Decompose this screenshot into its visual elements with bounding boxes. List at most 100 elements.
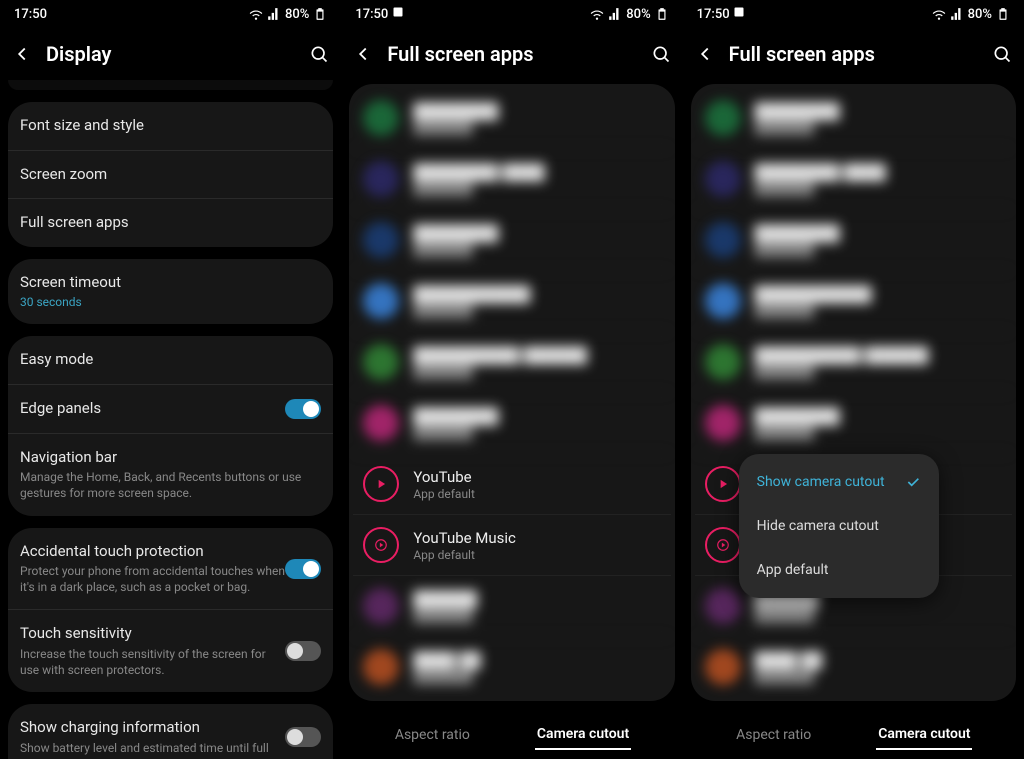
search-icon bbox=[309, 44, 329, 64]
header: Full screen apps bbox=[341, 28, 682, 80]
back-button[interactable] bbox=[10, 42, 34, 66]
header: Display bbox=[0, 28, 341, 80]
screen-full-screen-apps-menu: 17:50 80% Full screen apps █████████████… bbox=[683, 0, 1024, 759]
popover-hide-cutout[interactable]: Hide camera cutout bbox=[739, 504, 939, 548]
partial-card-top bbox=[8, 80, 333, 90]
row-edge-panels[interactable]: Edge panels bbox=[8, 385, 333, 434]
app-listcard: ███████████████ ████████ ███████████ ███… bbox=[691, 84, 1016, 701]
status-bar: 17:50 80% bbox=[0, 0, 341, 28]
chevron-left-icon bbox=[11, 43, 33, 65]
youtube-icon bbox=[363, 466, 399, 502]
search-button[interactable] bbox=[649, 42, 673, 66]
tab-camera-cutout[interactable]: Camera cutout bbox=[876, 720, 972, 750]
app-list[interactable]: ███████████████ ████████ ███████████ ███… bbox=[683, 80, 1024, 711]
search-icon bbox=[992, 44, 1012, 64]
app-row-blurred[interactable]: ██████████████████ bbox=[695, 271, 1012, 332]
toggle-accidental-touch[interactable] bbox=[285, 559, 321, 579]
app-row-blurred[interactable]: ██████████████████ bbox=[353, 271, 670, 332]
toggle-touch-sensitivity[interactable] bbox=[285, 641, 321, 661]
group-charging: Show charging information Show battery l… bbox=[8, 704, 333, 759]
battery-percent: 80% bbox=[285, 7, 309, 22]
screenshot-icon bbox=[733, 6, 745, 18]
app-row-blurred[interactable]: ███████████████ bbox=[695, 88, 1012, 149]
app-row-blurred[interactable]: ███████████████ bbox=[353, 393, 670, 454]
signal-icon bbox=[608, 7, 622, 21]
app-row-blurred[interactable]: █████████████ bbox=[353, 576, 670, 637]
row-easy-mode[interactable]: Easy mode bbox=[8, 336, 333, 385]
tab-camera-cutout[interactable]: Camera cutout bbox=[535, 720, 631, 750]
check-icon bbox=[905, 474, 921, 490]
bottom-tabs: Aspect ratio Camera cutout bbox=[341, 711, 682, 759]
signal-icon bbox=[950, 7, 964, 21]
search-button[interactable] bbox=[307, 42, 331, 66]
app-row-blurred[interactable]: ██████████ █████████████ bbox=[695, 332, 1012, 393]
settings-list[interactable]: Font size and style Screen zoom Full scr… bbox=[0, 80, 341, 759]
toggle-charging-info[interactable] bbox=[285, 727, 321, 747]
youtube-music-icon bbox=[363, 527, 399, 563]
battery-icon bbox=[655, 7, 669, 21]
status-time: 17:50 bbox=[697, 7, 730, 22]
app-row-blurred[interactable]: ███████████████ bbox=[353, 210, 670, 271]
app-row-blurred[interactable]: ████████ ███████████ bbox=[353, 149, 670, 210]
screenshot-icon bbox=[392, 6, 404, 18]
chevron-left-icon bbox=[352, 43, 374, 65]
row-navigation-bar[interactable]: Navigation bar Manage the Home, Back, an… bbox=[8, 434, 333, 516]
group-display-basics: Font size and style Screen zoom Full scr… bbox=[8, 102, 333, 247]
status-bar: 17:50 80% bbox=[683, 0, 1024, 28]
status-bar: 17:50 80% bbox=[341, 0, 682, 28]
app-row-youtube[interactable]: YouTube App default bbox=[353, 454, 670, 515]
page-title: Full screen apps bbox=[387, 42, 636, 66]
app-row-blurred[interactable]: ███████████████ bbox=[353, 88, 670, 149]
wifi-icon bbox=[249, 7, 263, 21]
row-touch-sensitivity[interactable]: Touch sensitivity Increase the touch sen… bbox=[8, 610, 333, 692]
wifi-icon bbox=[590, 7, 604, 21]
screen-full-screen-apps: 17:50 80% Full screen apps █████████████… bbox=[341, 0, 682, 759]
app-row-blurred[interactable]: ███████████████ bbox=[695, 210, 1012, 271]
chevron-left-icon bbox=[694, 43, 716, 65]
back-button[interactable] bbox=[693, 42, 717, 66]
status-time: 17:50 bbox=[14, 7, 47, 22]
app-row-youtube-music[interactable]: YouTube Music App default bbox=[353, 515, 670, 576]
status-icons: 80% bbox=[590, 7, 668, 22]
tab-aspect-ratio[interactable]: Aspect ratio bbox=[734, 721, 813, 749]
app-list[interactable]: ███████████████ ████████ ███████████ ███… bbox=[341, 80, 682, 711]
group-timeout: Screen timeout 30 seconds bbox=[8, 259, 333, 325]
cutout-popover: Show camera cutout Hide camera cutout Ap… bbox=[739, 454, 939, 598]
row-accidental-touch[interactable]: Accidental touch protection Protect your… bbox=[8, 528, 333, 611]
popover-show-cutout[interactable]: Show camera cutout bbox=[739, 460, 939, 504]
app-row-blurred[interactable]: ███████████████ bbox=[695, 393, 1012, 454]
row-screen-zoom[interactable]: Screen zoom bbox=[8, 151, 333, 200]
header: Full screen apps bbox=[683, 28, 1024, 80]
group-nav: Easy mode Edge panels Navigation bar Man… bbox=[8, 336, 333, 515]
popover-app-default[interactable]: App default bbox=[739, 548, 939, 592]
status-icons: 80% bbox=[932, 7, 1010, 22]
search-button[interactable] bbox=[990, 42, 1014, 66]
status-time: 17:50 bbox=[355, 7, 388, 22]
battery-icon bbox=[313, 7, 327, 21]
page-title: Full screen apps bbox=[729, 42, 978, 66]
app-row-blurred[interactable]: ████ █████████ bbox=[353, 637, 670, 697]
battery-icon bbox=[996, 7, 1010, 21]
row-screen-timeout[interactable]: Screen timeout 30 seconds bbox=[8, 259, 333, 325]
bottom-tabs: Aspect ratio Camera cutout bbox=[683, 711, 1024, 759]
app-row-blurred[interactable]: ██████████ █████████████ bbox=[353, 332, 670, 393]
youtube-music-icon bbox=[705, 527, 741, 563]
row-charging-info[interactable]: Show charging information Show battery l… bbox=[8, 704, 333, 759]
search-icon bbox=[651, 44, 671, 64]
back-button[interactable] bbox=[351, 42, 375, 66]
wifi-icon bbox=[932, 7, 946, 21]
signal-icon bbox=[267, 7, 281, 21]
tab-aspect-ratio[interactable]: Aspect ratio bbox=[393, 721, 472, 749]
group-touch: Accidental touch protection Protect your… bbox=[8, 528, 333, 693]
battery-percent: 80% bbox=[968, 7, 992, 22]
status-icons: 80% bbox=[249, 7, 327, 22]
toggle-edge-panels[interactable] bbox=[285, 399, 321, 419]
battery-percent: 80% bbox=[626, 7, 650, 22]
app-listcard: ███████████████ ████████ ███████████ ███… bbox=[349, 84, 674, 701]
page-title: Display bbox=[46, 42, 295, 66]
youtube-icon bbox=[705, 466, 741, 502]
app-row-blurred[interactable]: ████ █████████ bbox=[695, 637, 1012, 697]
app-row-blurred[interactable]: ████████ ███████████ bbox=[695, 149, 1012, 210]
row-full-screen-apps[interactable]: Full screen apps bbox=[8, 199, 333, 247]
row-font-size[interactable]: Font size and style bbox=[8, 102, 333, 151]
